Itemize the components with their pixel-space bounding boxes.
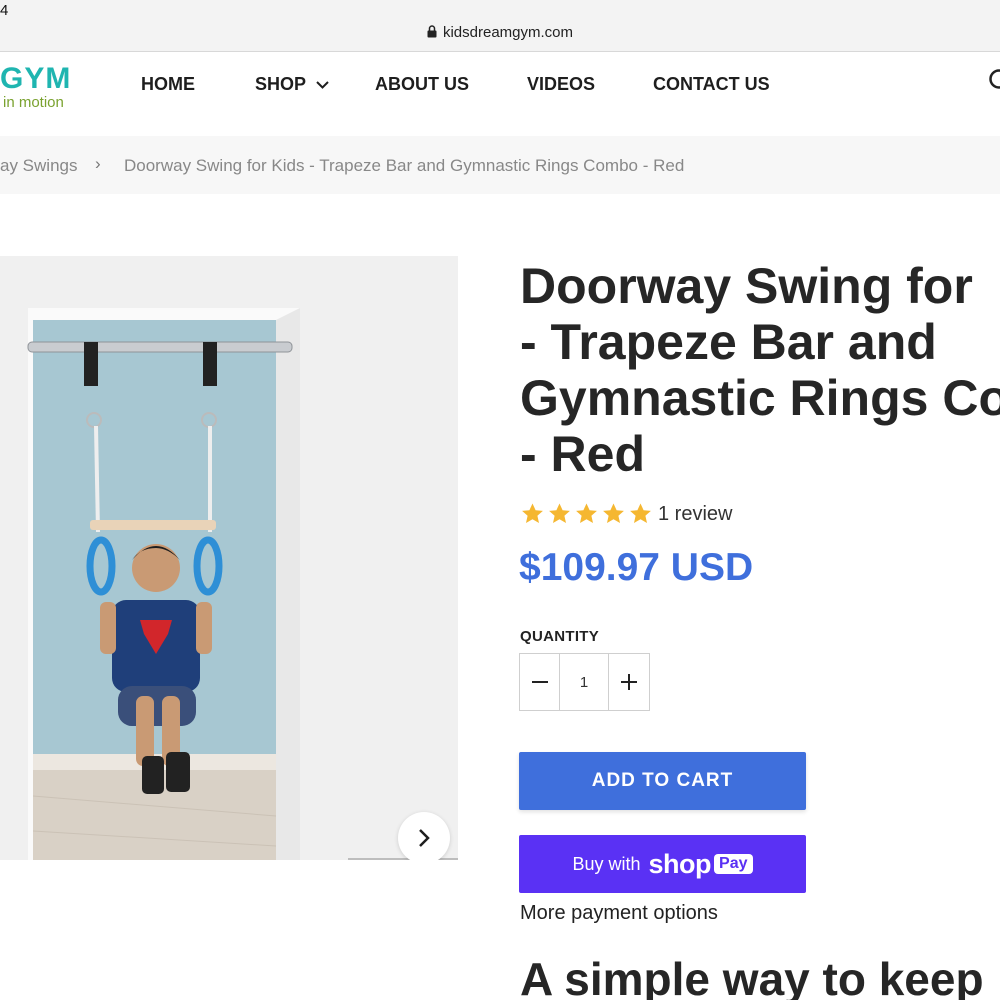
- product-photo[interactable]: [0, 256, 458, 860]
- minus-icon: [531, 681, 548, 683]
- product-title-line: - Trapeze Bar and: [520, 314, 937, 370]
- product-rating[interactable]: 1 review: [520, 502, 732, 526]
- product-title-line: Doorway Swing for: [520, 258, 973, 314]
- plus-icon: [621, 674, 637, 690]
- nav-videos[interactable]: VIDEOS: [527, 74, 595, 95]
- search-icon[interactable]: [988, 68, 1000, 94]
- logo-tagline: in motion: [3, 94, 64, 111]
- site-logo[interactable]: GYM in motion: [0, 64, 71, 112]
- pay-badge: Pay: [714, 854, 753, 874]
- breadcrumb-current: Doorway Swing for Kids - Trapeze Bar and…: [124, 156, 685, 175]
- shop-pay-logo: shop: [648, 848, 712, 879]
- browser-status-bar: 4 kidsdreamgym.com: [0, 0, 1000, 52]
- more-payment-options-link[interactable]: More payment options: [520, 902, 718, 925]
- product-title-line: Gymnastic Rings Co: [520, 370, 1000, 426]
- logo-text: GYM: [0, 62, 72, 95]
- star-icon: [576, 503, 597, 523]
- add-to-cart-button[interactable]: ADD TO CART: [519, 752, 806, 810]
- breadcrumb-separator: ›: [95, 154, 101, 173]
- shop-pay-button[interactable]: Buy with shop Pay: [519, 835, 806, 893]
- product-title: Doorway Swing for - Trapeze Bar and Gymn…: [520, 258, 1000, 482]
- url-text: kidsdreamgym.com: [442, 24, 574, 41]
- nav-about-us[interactable]: ABOUT US: [375, 74, 469, 95]
- status-time: 4: [0, 2, 9, 19]
- nav-shop-label: SHOP: [255, 74, 307, 94]
- site-header: GYM in motion HOME SHOP ABOUT US VIDEOS …: [0, 52, 1000, 136]
- chevron-down-icon: [316, 81, 329, 89]
- quantity-input[interactable]: 1: [560, 654, 608, 710]
- address-bar[interactable]: kidsdreamgym.com: [0, 24, 1000, 41]
- review-count-link[interactable]: 1 review: [658, 503, 732, 526]
- shop-pay-prefix: Buy with: [572, 853, 641, 874]
- star-icon: [549, 503, 570, 523]
- quantity-label: QUANTITY: [520, 628, 600, 645]
- nav-contact-us[interactable]: CONTACT US: [653, 74, 770, 95]
- product-gallery: [0, 256, 458, 860]
- product-title-line: - Red: [520, 426, 645, 482]
- star-icon: [603, 503, 624, 523]
- star-icon: [522, 503, 543, 523]
- section-heading: A simple way to keep: [520, 953, 984, 1000]
- star-icon: [630, 503, 651, 523]
- breadcrumb-parent-link[interactable]: ay Swings: [0, 156, 77, 176]
- quantity-decrease-button[interactable]: [520, 654, 560, 710]
- nav-home[interactable]: HOME: [141, 74, 195, 95]
- quantity-increase-button[interactable]: [608, 654, 649, 710]
- lock-icon: [427, 25, 437, 38]
- nav-shop[interactable]: SHOP: [255, 74, 329, 95]
- gallery-next-button[interactable]: [398, 812, 450, 860]
- chevron-right-icon: [419, 829, 430, 847]
- breadcrumb: ay Swings › Doorway Swing for Kids - Tra…: [0, 136, 1000, 194]
- quantity-stepper: 1: [519, 653, 650, 711]
- product-price: $109.97 USD: [519, 546, 754, 589]
